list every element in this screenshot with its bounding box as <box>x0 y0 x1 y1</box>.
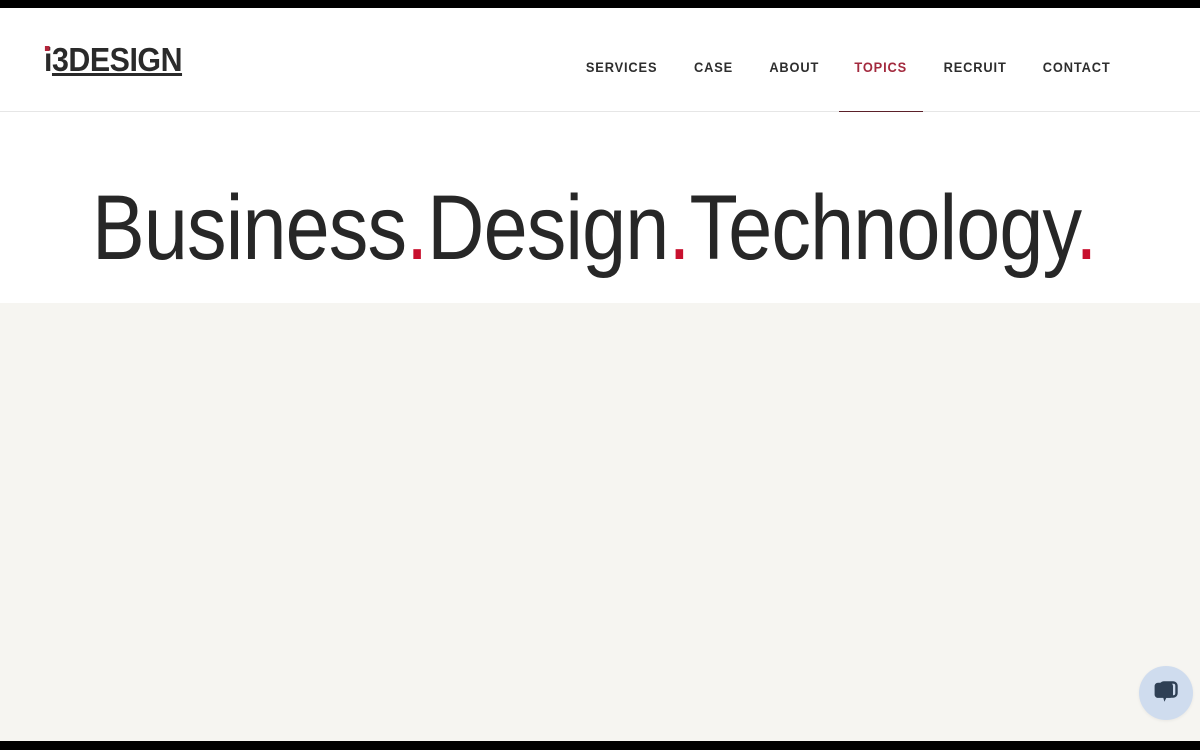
hero-word-business: Business <box>92 177 407 279</box>
hero-word-design: Design <box>427 177 669 279</box>
logo-red-tittle-icon <box>44 46 50 51</box>
nav-link-recruit[interactable]: RECRUIT <box>944 60 1007 75</box>
nav-link-case[interactable]: CASE <box>694 60 733 75</box>
hero-section: Business.Design.Technology. <box>0 112 1200 303</box>
nav-link-about[interactable]: ABOUT <box>770 60 820 75</box>
main-navigation: SERVICES CASE ABOUT TOPICS RECRUIT CONTA… <box>584 8 1200 113</box>
nav-item-about[interactable]: ABOUT <box>768 8 821 112</box>
hero-accent-dot-3: . <box>1075 177 1097 279</box>
site-header: i 3DESIGN SERVICES CASE ABOUT TOPICS REC… <box>0 8 1200 113</box>
nav-link-contact[interactable]: CONTACT <box>1042 60 1110 75</box>
hero-word-technology: Technology <box>689 177 1077 279</box>
page-title: Business.Design.Technology. <box>92 182 1097 274</box>
site-logo[interactable]: i 3DESIGN <box>44 41 183 78</box>
page-body: i 3DESIGN SERVICES CASE ABOUT TOPICS REC… <box>0 8 1200 741</box>
browser-chrome-top-bar <box>0 0 1200 8</box>
logo-letter-i: i <box>44 43 52 76</box>
nav-item-recruit[interactable]: RECRUIT <box>942 8 1008 112</box>
nav-item-contact[interactable]: CONTACT <box>1041 8 1112 112</box>
nav-list: SERVICES CASE ABOUT TOPICS RECRUIT CONTA… <box>584 8 1200 113</box>
browser-chrome-bottom-bar <box>0 741 1200 750</box>
hero-accent-dot-2: . <box>668 177 690 279</box>
browser-viewport: i 3DESIGN SERVICES CASE ABOUT TOPICS REC… <box>0 0 1200 750</box>
hero-accent-dot-1: . <box>406 177 428 279</box>
nav-item-services[interactable]: SERVICES <box>584 8 659 112</box>
nav-item-topics[interactable]: TOPICS <box>838 8 923 113</box>
nav-link-services[interactable]: SERVICES <box>586 60 657 75</box>
nav-link-topics[interactable]: TOPICS <box>854 60 907 75</box>
logo-rest-text: 3DESIGN <box>51 41 183 78</box>
nav-item-case[interactable]: CASE <box>693 8 734 112</box>
chat-bubbles-icon <box>1152 680 1180 706</box>
main-content-area <box>0 303 1200 741</box>
chat-widget-launcher-button[interactable] <box>1139 666 1193 720</box>
